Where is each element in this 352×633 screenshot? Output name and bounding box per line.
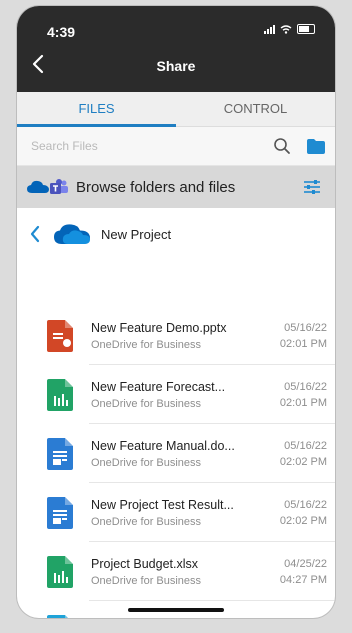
file-source: OneDrive for Business: [91, 397, 202, 410]
search-input[interactable]: [29, 138, 273, 154]
file-text: New Feature Forecast... OneDrive for Busi…: [91, 380, 274, 410]
file-name: New Project Test Result...: [91, 497, 234, 512]
pptx-file-icon: [47, 319, 73, 352]
wifi-icon: [280, 24, 292, 34]
file-row[interactable]: New Feature Forecast... OneDrive for Busi…: [17, 365, 335, 424]
battery-icon: [297, 24, 315, 34]
top-bar: 4:39 Share: [17, 6, 335, 92]
file-row[interactable]: New Project Test Result... OneDrive for B…: [17, 483, 335, 542]
file-text: Project Budget.xlsx OneDrive for Business: [91, 557, 274, 587]
file-time: 02:01 PM: [279, 337, 327, 350]
docx-file-icon: [47, 437, 73, 470]
file-time: 02:02 PM: [279, 455, 327, 468]
folder-button[interactable]: [307, 138, 325, 154]
tab-files[interactable]: FILES: [17, 92, 176, 127]
xlsx-file-icon: [47, 378, 73, 411]
file-time: 02:02 PM: [279, 514, 327, 527]
file-meta: 05/16/22 02:02 PM: [280, 497, 327, 529]
onedrive-icon: [54, 224, 90, 244]
file-name: New Feature Manual.do...: [91, 438, 235, 453]
file-date: 05/16/22: [284, 380, 327, 393]
chevron-left-icon: [30, 225, 40, 243]
page-title: Share: [156, 58, 196, 74]
onedrive-icon: [27, 180, 49, 193]
file-meta: 05/16/22 02:01 PM: [280, 379, 327, 411]
folder-header: New Project: [17, 208, 335, 260]
file-list: New Feature Demo.pptx OneDrive for Busine…: [17, 306, 335, 618]
signal-icon: [264, 24, 275, 34]
docx-file-icon: [47, 496, 73, 529]
status-time: 4:39: [47, 24, 76, 40]
file-source: OneDrive for Business: [91, 574, 202, 587]
file-meta: 04/25/22 04:27 PM: [280, 556, 327, 588]
file-text: New Project Test Result... OneDrive for B…: [91, 498, 274, 528]
filter-icon: [304, 180, 320, 194]
file-meta: 05/16/22 02:02 PM: [280, 438, 327, 470]
folder-name: New Project: [101, 226, 172, 242]
browse-folders-bar[interactable]: Browse folders and files: [17, 166, 335, 208]
phone-screen: 4:39 Share FILES CONTROL Browse folders …: [17, 6, 335, 618]
file-time: 02:01 PM: [279, 396, 327, 409]
folder-back-button[interactable]: [29, 225, 41, 243]
teams-icon: [50, 179, 68, 194]
xlsx-file-icon: [47, 555, 73, 588]
search-bar: [17, 127, 335, 166]
search-button[interactable]: [273, 137, 291, 155]
file-name: Project Budget.xlsx: [91, 556, 198, 571]
tab-bar: FILES CONTROL: [17, 92, 335, 127]
file-name: New Feature Forecast...: [91, 379, 226, 394]
file-row[interactable]: New Feature Demo.pptx OneDrive for Busine…: [17, 306, 335, 365]
file-row[interactable]: Project Budget.xlsx OneDrive for Business…: [17, 542, 335, 601]
file-source: OneDrive for Business: [91, 515, 202, 528]
file-date: 04/25/22: [284, 557, 327, 570]
folder-icon: [307, 138, 325, 154]
file-name: New Feature Demo.pptx: [91, 320, 227, 335]
browse-label: Browse folders and files: [76, 178, 236, 196]
filter-button[interactable]: [303, 179, 321, 195]
file-time: 04:27 PM: [279, 573, 327, 586]
file-text: New Feature Demo.pptx OneDrive for Busine…: [91, 321, 274, 351]
file-row[interactable]: New Feature Manual.do... OneDrive for Bus…: [17, 424, 335, 483]
file-file-icon: [47, 614, 73, 618]
file-meta: 05/16/22 02:01 PM: [280, 320, 327, 352]
home-indicator: [128, 608, 224, 612]
file-text: New Feature Manual.do... OneDrive for Bus…: [91, 439, 274, 469]
status-icons: [264, 24, 315, 34]
file-source: OneDrive for Business: [91, 456, 202, 469]
file-source: OneDrive for Business: [91, 338, 202, 351]
search-icon: [274, 138, 290, 154]
file-date: 05/16/22: [284, 498, 327, 511]
file-date: 05/16/22: [284, 439, 327, 452]
tab-control[interactable]: CONTROL: [176, 92, 335, 126]
file-date: 05/16/22: [284, 321, 327, 334]
